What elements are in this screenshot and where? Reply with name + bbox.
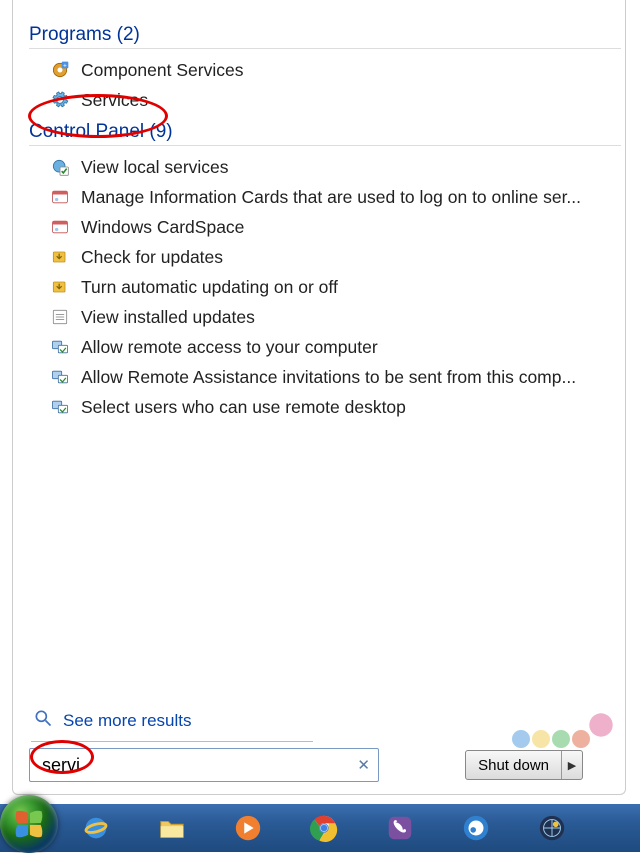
search-icon bbox=[33, 708, 53, 733]
result-label: Check for updates bbox=[81, 247, 223, 268]
media-player-icon[interactable] bbox=[211, 807, 285, 849]
result-services[interactable]: Services bbox=[29, 85, 621, 115]
result-component-services[interactable]: + Component Services bbox=[29, 55, 621, 85]
result-remote-desktop-users[interactable]: Select users who can use remote desktop bbox=[29, 392, 621, 422]
update-icon bbox=[49, 246, 71, 268]
shutdown-options-arrow[interactable]: ▶ bbox=[562, 751, 582, 779]
result-label: View installed updates bbox=[81, 307, 255, 328]
svg-text:+: + bbox=[63, 63, 67, 70]
taskbar bbox=[0, 804, 640, 852]
bottom-row: ✕ Shut down ▶ bbox=[29, 744, 621, 788]
shutdown-button[interactable]: Shut down bbox=[466, 751, 562, 779]
start-menu-panel: Programs (2) + Component Services Servic… bbox=[12, 0, 626, 795]
search-results: Programs (2) + Component Services Servic… bbox=[29, 18, 621, 700]
see-more-label: See more results bbox=[63, 711, 192, 731]
result-remote-access[interactable]: Allow remote access to your computer bbox=[29, 332, 621, 362]
app-icon[interactable] bbox=[515, 807, 589, 849]
result-check-updates[interactable]: Check for updates bbox=[29, 242, 621, 272]
remote-icon bbox=[49, 336, 71, 358]
gear-icon bbox=[49, 89, 71, 111]
viber-icon[interactable] bbox=[363, 807, 437, 849]
gear-plus-icon: + bbox=[49, 59, 71, 81]
file-explorer-icon[interactable] bbox=[135, 807, 209, 849]
gear-check-icon bbox=[49, 156, 71, 178]
result-manage-info-cards[interactable]: Manage Information Cards that are used t… bbox=[29, 182, 621, 212]
remote-icon bbox=[49, 366, 71, 388]
card-icon bbox=[49, 186, 71, 208]
start-button[interactable] bbox=[0, 795, 58, 853]
result-windows-cardspace[interactable]: Windows CardSpace bbox=[29, 212, 621, 242]
control-panel-list: View local services Manage Information C… bbox=[29, 152, 621, 422]
shutdown-button-group: Shut down ▶ bbox=[465, 750, 583, 780]
search-input[interactable] bbox=[42, 755, 350, 776]
remote-icon bbox=[49, 396, 71, 418]
weibo-icon[interactable] bbox=[439, 807, 513, 849]
programs-list: + Component Services Services bbox=[29, 55, 621, 115]
result-label: Windows CardSpace bbox=[81, 217, 244, 238]
result-label: Allow Remote Assistance invitations to b… bbox=[81, 367, 576, 388]
result-label: Manage Information Cards that are used t… bbox=[81, 187, 581, 208]
section-header-programs: Programs (2) bbox=[29, 24, 621, 49]
result-label: Component Services bbox=[81, 60, 243, 81]
result-label: Allow remote access to your computer bbox=[81, 337, 378, 358]
result-auto-update[interactable]: Turn automatic updating on or off bbox=[29, 272, 621, 302]
result-view-local-services[interactable]: View local services bbox=[29, 152, 621, 182]
card-icon bbox=[49, 216, 71, 238]
result-label: Select users who can use remote desktop bbox=[81, 397, 406, 418]
internet-explorer-icon[interactable] bbox=[59, 807, 133, 849]
result-label: Services bbox=[81, 90, 148, 111]
search-box[interactable]: ✕ bbox=[29, 748, 379, 782]
result-remote-assistance[interactable]: Allow Remote Assistance invitations to b… bbox=[29, 362, 621, 392]
chrome-icon[interactable] bbox=[287, 807, 361, 849]
section-header-control-panel: Control Panel (9) bbox=[29, 121, 621, 146]
list-icon bbox=[49, 306, 71, 328]
update-icon bbox=[49, 276, 71, 298]
result-installed-updates[interactable]: View installed updates bbox=[29, 302, 621, 332]
background-decoration bbox=[512, 730, 610, 748]
result-label: Turn automatic updating on or off bbox=[81, 277, 338, 298]
clear-search-button[interactable]: ✕ bbox=[357, 756, 370, 774]
result-label: View local services bbox=[81, 157, 229, 178]
